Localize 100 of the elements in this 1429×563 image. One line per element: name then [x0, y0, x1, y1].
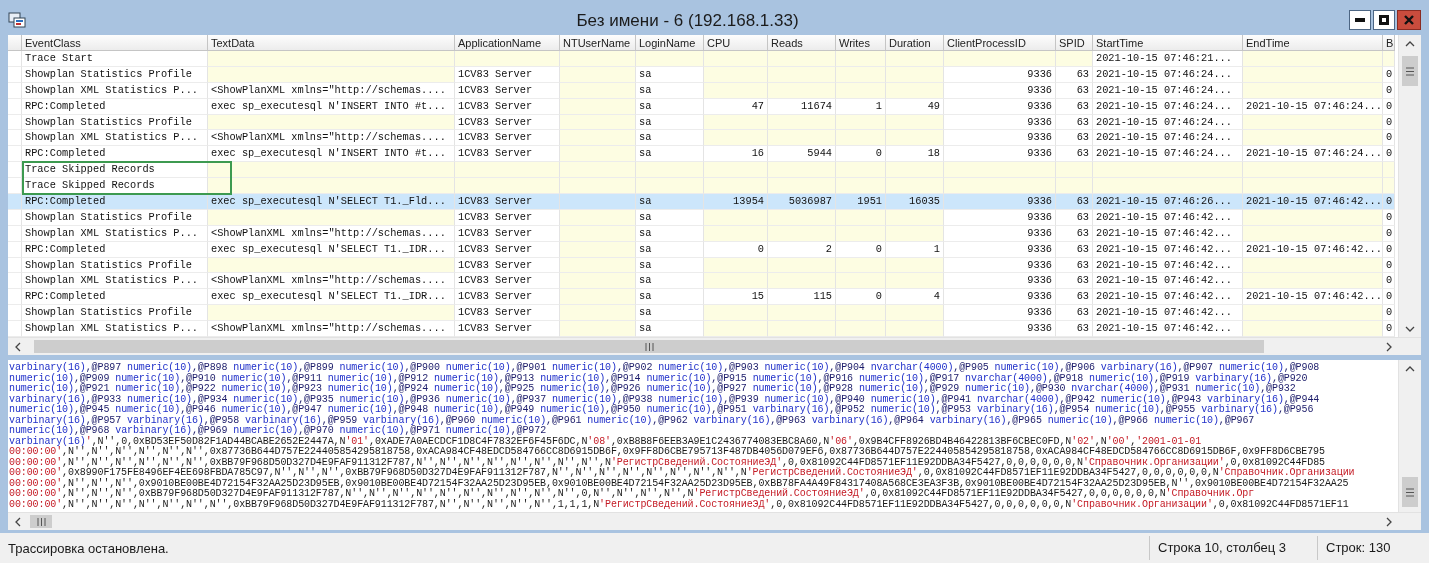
- table-cell: 9336: [944, 130, 1056, 147]
- vertical-scrollbar[interactable]: [1398, 360, 1421, 512]
- row-header: [8, 321, 22, 337]
- table-cell: 18: [886, 146, 944, 163]
- column-header[interactable]: SPID: [1056, 35, 1093, 51]
- table-cell: 9336: [944, 289, 1056, 306]
- column-header[interactable]: Writes: [836, 35, 886, 51]
- horizontal-scrollbar[interactable]: [8, 337, 1421, 355]
- column-header[interactable]: CPU: [704, 35, 768, 51]
- table-cell: 2021-10-15 07:46:42...: [1243, 289, 1383, 306]
- minimize-icon: [1355, 17, 1365, 22]
- table-cell: [1383, 51, 1395, 67]
- table-row[interactable]: RPC:Completed exec sp_executesql N'SELECT T1._IDR... 1CV83 Server sa 15 115 0 4 9336 63 2021-10-15 07:46:42... 2021-10-15 07:46:42... 0: [8, 289, 1398, 306]
- table-row[interactable]: Showplan Statistics Profile 1CV83 Server sa 9336 63 2021-10-15 07:46:24... 0: [8, 114, 1398, 131]
- row-count: Строк: 130: [1317, 536, 1429, 560]
- table-cell: [704, 130, 768, 147]
- scrollbar-thumb[interactable]: [34, 340, 1264, 353]
- table-row[interactable]: RPC:Completed exec sp_executesql N'INSERT INTO #t... 1CV83 Server sa 47 11674 1 49 9336 63 2021-10-15 07:46:24... 2021-10-15 07:46:24... 0: [8, 98, 1398, 115]
- table-cell: Showplan XML Statistics P...: [22, 321, 208, 337]
- table-cell: 2021-10-15 07:46:21...: [1093, 51, 1243, 67]
- table-row[interactable]: Showplan XML Statistics P... <ShowPlanXML xmlns="http://schemas.... 1CV83 Server sa 9336 63 2021-10-15 07:46:42... 0: [8, 321, 1398, 337]
- table-cell: Showplan Statistics Profile: [22, 305, 208, 322]
- chevron-up-icon: [1405, 364, 1415, 373]
- column-header[interactable]: B: [1383, 35, 1395, 51]
- table-cell: 15: [704, 289, 768, 306]
- table-cell: exec sp_executesql N'SELECT T1._Fld...: [208, 194, 455, 210]
- window-title: Без имени - 6 (192.168.1.33): [575, 9, 800, 31]
- maximize-button[interactable]: [1373, 9, 1395, 30]
- grip-icon: [1406, 66, 1414, 76]
- table-row[interactable]: RPC:Completed exec sp_executesql N'SELECT T1._IDR... 1CV83 Server sa 0 2 0 1 9336 63 2021-10-15 07:46:42... 2021-10-15 07:46:42... 0: [8, 241, 1398, 258]
- table-cell: 1CV83 Server: [455, 305, 560, 322]
- code-line: 00:00:00',N'',N'',N'',N'',N'',N'',0xBB79F968D50D327D4E9FAF911312F787,N'',N'',N'',N'',N'',N'',N'',N'',N'РегистрСведений.СостояниеЭД',0,0x81092C44FD8571EF11E92DDBA34F5427,0,0,0,0,0,0,N'Справочник.Организации',0,0x81092C44FD85: [9, 457, 1325, 468]
- column-header[interactable]: Reads: [768, 35, 836, 51]
- table-row[interactable]: Showplan Statistics Profile 1CV83 Server sa 9336 63 2021-10-15 07:46:24... 0: [8, 66, 1398, 83]
- row-header: [8, 305, 22, 322]
- close-icon: [1404, 14, 1414, 25]
- table-cell: [836, 305, 886, 322]
- table-row[interactable]: Trace Skipped Records: [8, 162, 1398, 179]
- table-cell: <ShowPlanXML xmlns="http://schemas....: [208, 321, 455, 337]
- table-cell: 0: [836, 146, 886, 163]
- scrollbar-thumb[interactable]: [30, 515, 52, 528]
- table-row[interactable]: Showplan XML Statistics P... <ShowPlanXML xmlns="http://schemas.... 1CV83 Server sa 9336 63 2021-10-15 07:46:24... 0: [8, 82, 1398, 99]
- column-header[interactable]: EndTime: [1243, 35, 1383, 51]
- column-header[interactable]: TextData: [208, 35, 455, 51]
- table-cell: 4: [886, 289, 944, 306]
- scrollbar-thumb[interactable]: [1402, 477, 1418, 507]
- table-cell: [1056, 162, 1093, 179]
- table-row[interactable]: Trace Skipped Records: [8, 178, 1398, 194]
- table-cell: [836, 162, 886, 179]
- table-row[interactable]: Trace Start 2021-10-15 07:46:21...: [8, 51, 1398, 67]
- table-cell: 5036987: [768, 194, 836, 210]
- table-cell: sa: [636, 305, 704, 322]
- chevron-down-icon: [1405, 324, 1415, 333]
- column-header[interactable]: StartTime: [1093, 35, 1243, 51]
- table-row[interactable]: Showplan Statistics Profile 1CV83 Server sa 9336 63 2021-10-15 07:46:42... 0: [8, 305, 1398, 322]
- vertical-scrollbar[interactable]: [1398, 35, 1421, 337]
- table-cell: [1056, 51, 1093, 67]
- table-row[interactable]: Showplan XML Statistics P... <ShowPlanXML xmlns="http://schemas.... 1CV83 Server sa 9336 63 2021-10-15 07:46:42... 0: [8, 273, 1398, 290]
- column-header[interactable]: ApplicationName: [455, 35, 560, 51]
- column-header[interactable]: ClientProcessID: [944, 35, 1056, 51]
- table-cell: [886, 305, 944, 322]
- column-header[interactable]: LoginName: [636, 35, 704, 51]
- table-row[interactable]: Showplan Statistics Profile 1CV83 Server sa 9336 63 2021-10-15 07:46:42... 0: [8, 257, 1398, 274]
- scrollbar-thumb[interactable]: [1402, 56, 1418, 86]
- table-cell: [836, 178, 886, 194]
- column-header[interactable]: EventClass: [22, 35, 208, 51]
- row-header: [8, 194, 22, 210]
- table-cell: [836, 130, 886, 147]
- table-cell: [768, 273, 836, 290]
- table-row[interactable]: RPC:Completed exec sp_executesql N'SELECT T1._Fld... 1CV83 Server sa 13954 5036987 1951 16035 9336 63 2021-10-15 07:46:26... 2021-10-15 07:46:42... 0: [8, 194, 1398, 210]
- code-line: 00:00:00',N'',N'',N'',N'',N'',N'',N'',0xBB79F968D50D327D4E9FAF911312F787,N'',N'',N'',N'',N'',1,1,1,N'РегистрСведений.СостояниеЭД',0,0x81092C44FD8571EF11E92DDBA34F5427,0,0,0,0,0,0,N'Справочник.Организации',0,0x81092C44FD8571EF11: [9, 499, 1350, 510]
- table-row[interactable]: RPC:Completed exec sp_executesql N'INSERT INTO #t... 1CV83 Server sa 16 5944 0 18 9336 63 2021-10-15 07:46:24... 2021-10-15 07:46:24... 0: [8, 146, 1398, 163]
- table-row[interactable]: Showplan XML Statistics P... <ShowPlanXML xmlns="http://schemas.... 1CV83 Server sa 9336 63 2021-10-15 07:46:24... 0: [8, 130, 1398, 147]
- table-cell: 16: [704, 146, 768, 163]
- table-cell: 0: [836, 289, 886, 306]
- table-cell: [886, 162, 944, 179]
- table-cell: 2021-10-15 07:46:24...: [1093, 130, 1243, 147]
- table-cell: 63: [1056, 289, 1093, 306]
- table-cell: [836, 321, 886, 337]
- table-cell: [704, 321, 768, 337]
- table-row[interactable]: Showplan Statistics Profile 1CV83 Server sa 9336 63 2021-10-15 07:46:42... 0: [8, 209, 1398, 226]
- table-cell: 1CV83 Server: [455, 289, 560, 306]
- table-cell: sa: [636, 130, 704, 147]
- row-header: [8, 130, 22, 147]
- code-line: varbinary(16),@P933 numeric(10),@P934 numeric(10),@P935 numeric(10),@P936 numeric(10),@P937 numeric(10),@P938 numeric(10),@P939 numeric(10),@P940 numeric(10),@P941 nvarchar(4000),@P942 numeric(10),@P943 varbinary(16),@P944: [9, 394, 1321, 405]
- table-cell: sa: [636, 194, 704, 210]
- column-header[interactable]: NTUserName: [560, 35, 636, 51]
- table-cell: 63: [1056, 194, 1093, 210]
- column-header[interactable]: Duration: [886, 35, 944, 51]
- table-cell: 2021-10-15 07:46:42...: [1093, 273, 1243, 290]
- code-line: 00:00:00',0x8990F175FE8496EF4EE698FBDA785C97,N'',N'',N'',0xBB79F968D50D327D4E9FAF911312F787,N'',N'',N'',N'',N'',N'',N'',N'',N'РегистрСведений.СостояниеЭД',0,0x81092C44FD8571EF11E92DDBA34F5427,0,0,0,0,0,0,N'Справочник.Организации: [9, 468, 1356, 478]
- code-line: numeric(10),@P921 numeric(10),@P922 numeric(10),@P923 numeric(10),@P924 numeric(10),@P925 numeric(10),@P926 numeric(10),@P927 numeric(10),@P928 numeric(10),@P929 numeric(10),@P930 nvarchar(4000),@P931 numeric(10),@P932: [9, 384, 1296, 395]
- table-cell: 115: [768, 289, 836, 306]
- table-row[interactable]: Showplan XML Statistics P... <ShowPlanXML xmlns="http://schemas.... 1CV83 Server sa 9336 63 2021-10-15 07:46:42... 0: [8, 225, 1398, 242]
- chevron-left-icon: [14, 516, 22, 527]
- horizontal-scrollbar[interactable]: [8, 512, 1421, 530]
- close-button[interactable]: [1397, 9, 1421, 30]
- table-cell: 2021-10-15 07:46:42...: [1093, 305, 1243, 322]
- minimize-button[interactable]: [1349, 9, 1371, 30]
- table-cell: sa: [636, 321, 704, 337]
